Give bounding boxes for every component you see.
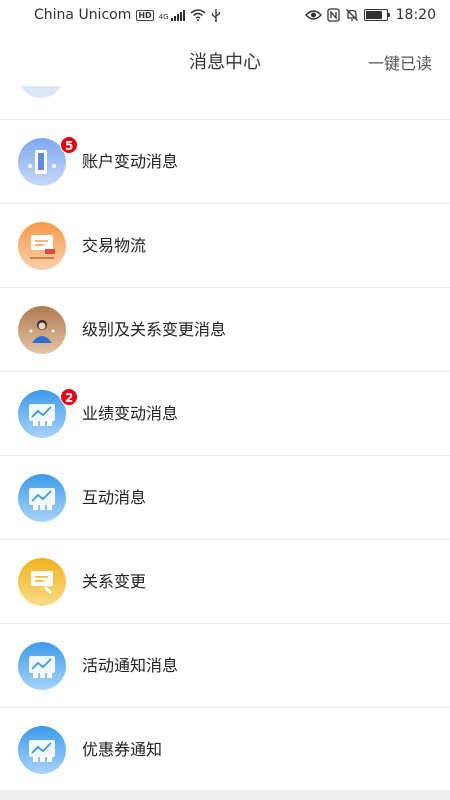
list-item-partial[interactable] [0,86,450,120]
bottom-bar [0,790,450,800]
clock: 18:20 [395,7,436,23]
eye-icon [304,10,322,20]
level-relation-icon [18,306,66,354]
wifi-icon [190,9,206,21]
message-category-label: 级别及关系变更消息 [82,320,227,339]
message-category-label: 交易物流 [82,236,147,255]
list-item[interactable]: 活动通知消息 [0,624,450,708]
message-category-label: 账户变动消息 [82,152,179,171]
list-item[interactable]: 优惠券通知 [0,708,450,790]
mute-icon [345,9,358,21]
nfc-icon [326,8,340,22]
signal-icon [170,9,185,21]
message-category-label: 活动通知消息 [82,656,179,675]
unread-count-badge: 2 [60,388,79,406]
message-category-label: 优惠券通知 [82,740,163,759]
message-category-label: 业绩变动消息 [82,404,179,423]
list-item[interactable]: 互动消息 [0,456,450,540]
list-item[interactable]: 2 业绩变动消息 [0,372,450,456]
status-left: China Unicom HD 4G [34,7,221,23]
status-right: 18:20 [304,7,436,23]
message-category-label: 互动消息 [82,488,147,507]
performance-icon [18,390,66,438]
network-type: 4G [158,13,169,21]
list-item[interactable]: 级别及关系变更消息 [0,288,450,372]
navigation-bar: 消息中心 一键已读 [0,38,450,84]
list-item[interactable]: 关系变更 [0,540,450,624]
coupon-notice-icon [18,726,66,774]
list-item[interactable]: 交易物流 [0,204,450,288]
message-list[interactable]: 5 账户变动消息 交易物流 级别及关系变更消息 2 业绩变动消息 互动消息 关系变更 活动通知消… [0,86,450,790]
activity-notice-icon [18,642,66,690]
unread-count-badge: 5 [60,136,79,154]
interaction-icon [18,474,66,522]
account-change-icon [18,138,66,186]
mark-all-read-button[interactable]: 一键已读 [368,50,432,74]
list-item[interactable]: 5 账户变动消息 [0,120,450,204]
hd-icon: HD [136,9,154,21]
usb-icon [211,8,220,22]
message-rows: 5 账户变动消息 交易物流 级别及关系变更消息 2 业绩变动消息 互动消息 关系变更 活动通知消… [0,120,450,790]
relation-change-icon [18,558,66,606]
status-bar: China Unicom HD 4G 18:20 [0,0,450,30]
partial-avatar [18,86,64,98]
carrier-name: China Unicom [34,7,132,23]
battery-icon [363,9,390,21]
message-category-label: 关系变更 [82,572,147,591]
page-title: 消息中心 [189,52,261,73]
trade-logistics-icon [18,222,66,270]
